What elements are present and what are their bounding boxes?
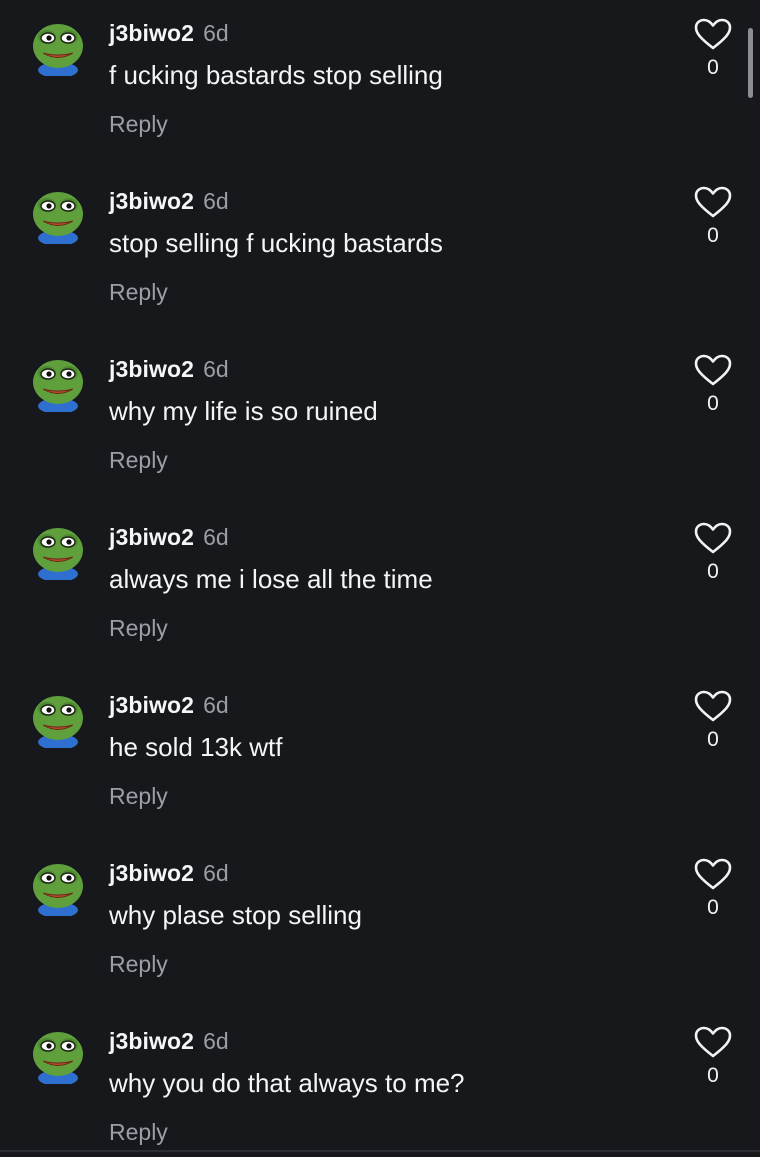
like-button[interactable] [694,186,732,218]
like-button[interactable] [694,1026,732,1058]
comment-text: he sold 13k wtf [109,732,283,762]
avatar[interactable] [28,16,88,76]
heart-outline-icon [694,522,732,554]
like-button[interactable] [694,690,732,722]
heart-outline-icon [694,18,732,50]
comment-text: stop selling f ucking bastards [109,228,443,258]
comment-text: why you do that always to me? [109,1068,465,1098]
avatar[interactable] [28,352,88,412]
comment-header: j3biwo2 6d [109,692,229,719]
pepe-frog-icon [33,696,83,748]
comment-header: j3biwo2 6d [109,20,229,47]
pepe-frog-icon [33,192,83,244]
reply-button[interactable]: Reply [109,447,168,474]
comment-text: always me i lose all the time [109,564,433,594]
avatar[interactable] [28,184,88,244]
username[interactable]: j3biwo2 [109,356,194,383]
username[interactable]: j3biwo2 [109,692,194,719]
comment-header: j3biwo2 6d [109,356,229,383]
comment-item: j3biwo2 6d why you do that always to me?… [0,1008,760,1157]
like-count: 0 [707,560,719,583]
comment-header: j3biwo2 6d [109,860,229,887]
like-count: 0 [707,56,719,79]
divider [0,1150,760,1152]
comment-text: why my life is so ruined [109,396,378,426]
like-count: 0 [707,728,719,751]
avatar[interactable] [28,856,88,916]
like-count: 0 [707,1064,719,1087]
username[interactable]: j3biwo2 [109,20,194,47]
like-button[interactable] [694,522,732,554]
timestamp: 6d [203,356,229,382]
pepe-frog-icon [33,24,83,76]
timestamp: 6d [203,692,229,718]
username[interactable]: j3biwo2 [109,188,194,215]
timestamp: 6d [203,1028,229,1054]
like-button[interactable] [694,858,732,890]
pepe-frog-icon [33,528,83,580]
comment-item: j3biwo2 6d f ucking bastards stop sellin… [0,0,760,168]
like-count: 0 [707,392,719,415]
timestamp: 6d [203,524,229,550]
timestamp: 6d [203,188,229,214]
username[interactable]: j3biwo2 [109,524,194,551]
avatar[interactable] [28,688,88,748]
like-count: 0 [707,224,719,247]
comment-header: j3biwo2 6d [109,1028,229,1055]
reply-button[interactable]: Reply [109,279,168,306]
username[interactable]: j3biwo2 [109,860,194,887]
comment-header: j3biwo2 6d [109,524,229,551]
comment-header: j3biwo2 6d [109,188,229,215]
scrollbar-thumb[interactable] [748,28,753,98]
heart-outline-icon [694,354,732,386]
heart-outline-icon [694,1026,732,1058]
like-count: 0 [707,896,719,919]
timestamp: 6d [203,860,229,886]
reply-button[interactable]: Reply [109,951,168,978]
pepe-frog-icon [33,864,83,916]
avatar[interactable] [28,1024,88,1084]
reply-button[interactable]: Reply [109,783,168,810]
username[interactable]: j3biwo2 [109,1028,194,1055]
reply-button[interactable]: Reply [109,111,168,138]
comment-item: j3biwo2 6d why plase stop selling Reply … [0,840,760,1008]
pepe-frog-icon [33,360,83,412]
avatar[interactable] [28,520,88,580]
heart-outline-icon [694,690,732,722]
like-button[interactable] [694,354,732,386]
like-button[interactable] [694,18,732,50]
comment-item: j3biwo2 6d why my life is so ruined Repl… [0,336,760,504]
reply-button[interactable]: Reply [109,615,168,642]
comment-item: j3biwo2 6d he sold 13k wtf Reply 0 [0,672,760,840]
comment-text: f ucking bastards stop selling [109,60,443,90]
comment-item: j3biwo2 6d stop selling f ucking bastard… [0,168,760,336]
reply-button[interactable]: Reply [109,1119,168,1146]
heart-outline-icon [694,186,732,218]
timestamp: 6d [203,20,229,46]
comment-item: j3biwo2 6d always me i lose all the time… [0,504,760,672]
comment-text: why plase stop selling [109,900,362,930]
heart-outline-icon [694,858,732,890]
comment-list: j3biwo2 6d f ucking bastards stop sellin… [0,0,760,1157]
pepe-frog-icon [33,1032,83,1084]
